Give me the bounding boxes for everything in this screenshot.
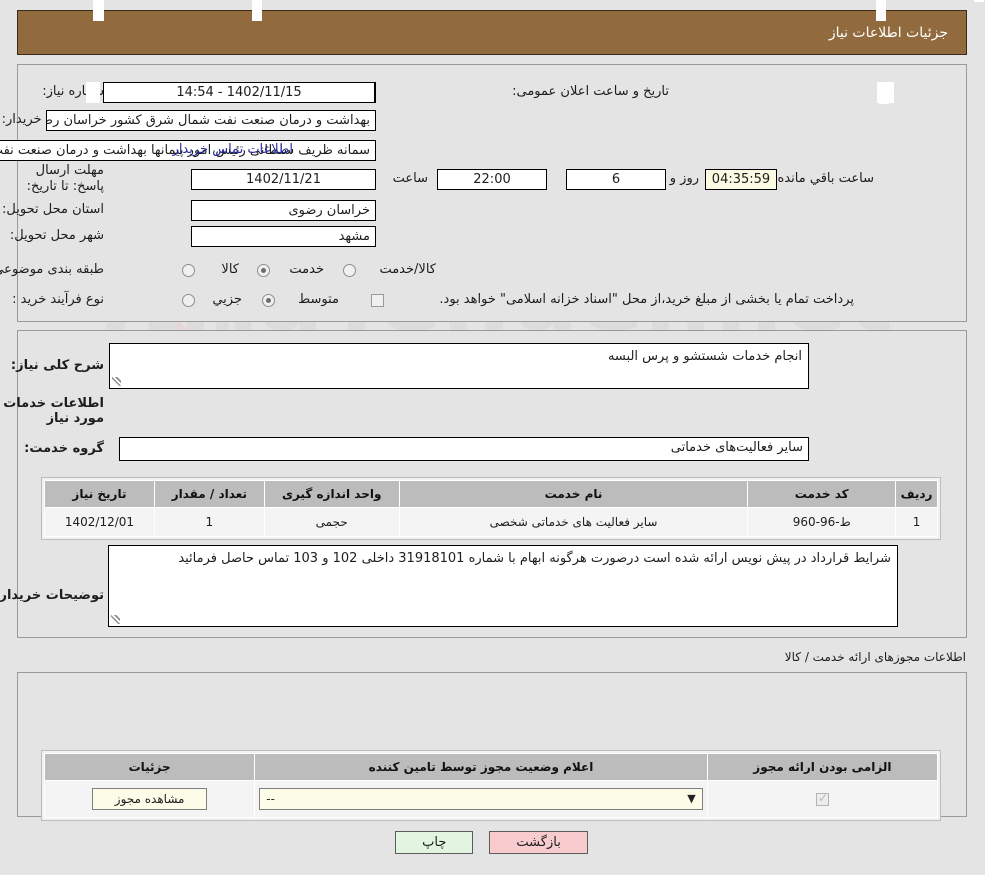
remaining-days: 6 <box>567 169 667 190</box>
public-announce-label: تاریخ و ساعت اعلان عمومی: <box>513 84 670 99</box>
permit-status-value: -- <box>267 792 276 806</box>
general-desc-label: شرح کلی نیاز: <box>11 358 105 373</box>
category-label: طبقه بندی موضوعی: <box>0 262 105 277</box>
radio-category-khedmat[interactable] <box>258 264 271 277</box>
permits-table-header-row: الزامی بودن ارائه مجوز اعلام وضعیت مجوز … <box>44 753 940 781</box>
treasury-note: پرداخت تمام یا بخشی از مبلغ خرید،از محل … <box>440 292 855 307</box>
remaining-time-label: ساعت باقي مانده <box>778 171 875 186</box>
radio-label-kala: کالا <box>222 262 240 277</box>
col-code: کد خدمت <box>748 480 898 508</box>
radio-purchase-motavasset[interactable] <box>263 294 276 307</box>
cell-code: ط-96-960 <box>748 507 898 537</box>
col-permit-required: الزامی بودن ارائه مجوز <box>707 753 940 781</box>
general-desc-value[interactable]: انجام خدمات شستشو و پرس البسه <box>110 343 810 389</box>
col-permit-status: اعلام وضعیت مجوز توسط تامین کننده <box>255 753 709 781</box>
page-title: جزئیات اطلاعات نیاز <box>829 24 949 41</box>
col-unit: واحد اندازه گیری <box>264 480 401 508</box>
radio-label-jozi: جزيي <box>213 292 243 307</box>
buyer-notes-label: توضیحات خریدار: <box>0 588 105 603</box>
services-table-wrap: ردیف کد خدمت نام خدمت واحد اندازه گیری ت… <box>42 477 942 540</box>
cell-permit-required <box>707 780 940 818</box>
chevron-down-icon: ▼ <box>688 792 697 805</box>
col-name: نام خدمت <box>399 480 750 508</box>
buyer-notes-value[interactable]: شرایط قرارداد در پیش نویس ارائه شده است … <box>109 545 899 627</box>
view-permit-button[interactable]: مشاهده مجوز <box>92 788 209 810</box>
service-group-value[interactable]: سایر فعالیت‌های خدماتی <box>120 437 810 461</box>
footer-actions: بازگشت چاپ <box>0 831 985 854</box>
print-button[interactable]: چاپ <box>396 831 475 854</box>
city-value[interactable]: مشهد <box>192 226 377 247</box>
permit-status-select[interactable]: -- ▼ <box>260 788 704 810</box>
deadline-label: مهلت ارسال پاسخ: تا تاریخ: <box>27 163 105 194</box>
deadline-hour[interactable]: 22:00 <box>438 169 548 190</box>
permits-table-wrap: الزامی بودن ارائه مجوز اعلام وضعیت مجوز … <box>42 750 942 821</box>
services-table-header-row: ردیف کد خدمت نام خدمت واحد اندازه گیری ت… <box>45 480 939 508</box>
cell-quantity: 1 <box>154 507 266 537</box>
cell-date: 1402/12/01 <box>45 507 156 537</box>
col-radif: ردیف <box>896 480 939 508</box>
remaining-days-label: روز و <box>670 171 700 186</box>
services-info-heading: اطلاعات خدمات مورد نیاز <box>4 396 105 426</box>
permits-caption: اطلاعات مجوزهای ارائه خدمت / کالا <box>785 650 967 664</box>
permit-required-checkbox <box>816 791 830 806</box>
permits-table: الزامی بودن ارائه مجوز اعلام وضعیت مجوز … <box>44 753 940 818</box>
radio-category-kala-khedmat[interactable] <box>344 264 357 277</box>
treasury-checkbox[interactable] <box>372 294 385 307</box>
col-permit-detail: جزئیات <box>44 753 257 781</box>
col-quantity: تعداد / مقدار <box>154 480 266 508</box>
deadline-date[interactable]: 1402/11/21 <box>192 169 377 190</box>
radio-category-kala[interactable] <box>183 264 196 277</box>
cell-name: سایر فعالیت های خدماتی شخصی <box>399 507 750 537</box>
cell-permit-detail: مشاهده مجوز <box>44 780 257 818</box>
table-row: 1 ط-96-960 سایر فعالیت های خدماتی شخصی ح… <box>45 507 939 537</box>
cell-radif: 1 <box>896 507 939 537</box>
cell-unit: حجمی <box>264 507 401 537</box>
purchase-type-label: نوع فرآیند خرید : <box>13 292 105 307</box>
header-bar: جزئیات اطلاعات نیاز <box>18 10 968 55</box>
remaining-time: 04:35:59 <box>706 169 778 190</box>
service-group-label: گروه خدمت: <box>25 441 105 456</box>
public-announce-value[interactable]: 1402/11/15 - 14:54 <box>104 82 376 103</box>
radio-purchase-jozi[interactable] <box>183 294 196 307</box>
back-button[interactable]: بازگشت <box>490 831 589 854</box>
buyer-contact-link[interactable]: اطلاعات تماس خریدار <box>174 142 294 157</box>
province-value[interactable]: خراسان رضوی <box>192 200 377 221</box>
province-label: استان محل تحویل: <box>3 202 105 217</box>
radio-label-kala-khedmat: کالا/خدمت <box>380 262 437 277</box>
cell-permit-status: -- ▼ <box>255 780 709 818</box>
deadline-hour-label: ساعت <box>393 171 429 186</box>
services-table: ردیف کد خدمت نام خدمت واحد اندازه گیری ت… <box>45 480 939 537</box>
page-root: AriaTender.net جزئیات اطلاعات نیاز شماره… <box>0 0 985 875</box>
buyer-org-value[interactable]: بهداشت و درمان صنعت نفت شمال شرق کشور خر… <box>47 110 377 131</box>
radio-label-motavasset: متوسط <box>299 292 340 307</box>
table-row: -- ▼ مشاهده مجوز <box>44 780 940 818</box>
radio-label-khedmat: خدمت <box>290 262 325 277</box>
city-label: شهر محل تحویل: <box>10 228 105 243</box>
col-date: تاریخ نیاز <box>45 480 156 508</box>
